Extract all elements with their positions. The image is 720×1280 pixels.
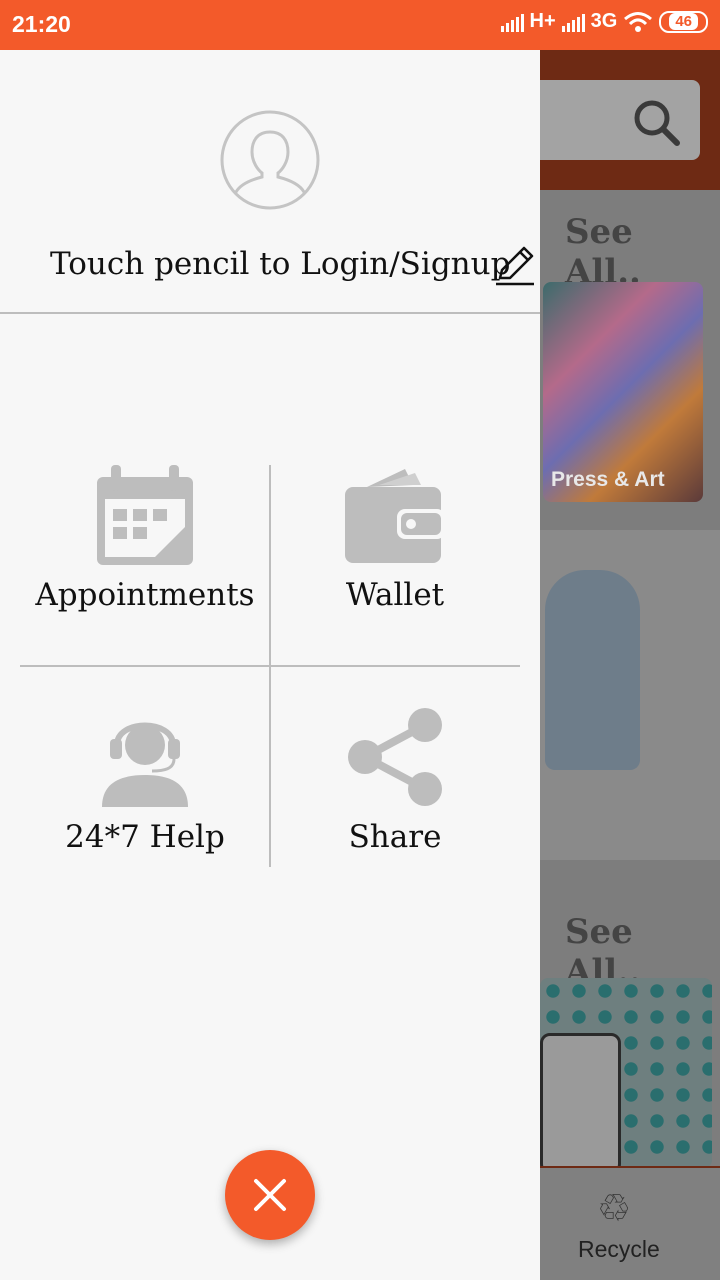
- share-icon: [348, 708, 442, 806]
- status-bar: 21:20 H+ 3G 46: [0, 0, 720, 50]
- category-card-label: Press & Art: [551, 468, 665, 491]
- menu-item-label: Wallet: [345, 577, 445, 613]
- status-icons: H+ 3G 46: [500, 10, 708, 33]
- recycle-icon: ♲: [597, 1186, 632, 1230]
- promo-card: [540, 978, 712, 1174]
- avatar-icon[interactable]: [220, 110, 320, 210]
- login-prompt: Touch pencil to Login/Signup: [50, 246, 511, 282]
- signal-icon: [500, 12, 524, 32]
- menu-item-help[interactable]: 24*7 Help: [20, 667, 270, 867]
- search-bar: [540, 80, 700, 160]
- wifi-icon: [624, 11, 653, 32]
- battery-level: 46: [669, 12, 698, 30]
- signal-icon-2: [561, 12, 585, 32]
- close-drawer-button[interactable]: [225, 1150, 315, 1240]
- battery-icon: 46: [659, 10, 708, 33]
- wallet-icon: [345, 469, 445, 563]
- menu-item-wallet[interactable]: Wallet: [270, 465, 520, 665]
- menu-item-share[interactable]: Share: [270, 667, 520, 867]
- background-app: See All.. Press & Art See All.. ♲ Recycl…: [540, 50, 720, 1280]
- menu-item-label: 24*7 Help: [65, 819, 225, 855]
- navigation-drawer: Touch pencil to Login/Signup Appointment…: [0, 50, 540, 1280]
- menu-item-label: Appointments: [35, 577, 255, 613]
- header-divider: [0, 312, 540, 314]
- search-icon: [634, 100, 680, 146]
- status-time: 21:20: [12, 11, 71, 37]
- promo-banner: [540, 530, 720, 860]
- network-type-2: 3G: [590, 10, 618, 32]
- see-all-link: See All..: [565, 212, 641, 292]
- close-icon: [254, 1179, 286, 1211]
- calendar-icon: [97, 465, 193, 565]
- menu-item-appointments[interactable]: Appointments: [20, 465, 270, 665]
- menu-item-label: Share: [348, 819, 442, 855]
- pencil-icon[interactable]: [492, 244, 536, 288]
- nav-recycle-label: Recycle: [578, 1236, 660, 1262]
- bottom-nav: ♲ Recycle: [540, 1166, 720, 1280]
- banner-image: [545, 570, 640, 770]
- phone-image: [540, 1033, 621, 1174]
- category-card: Press & Art: [543, 282, 703, 502]
- network-type-1: H+: [529, 10, 556, 32]
- support-agent-icon: [102, 722, 188, 807]
